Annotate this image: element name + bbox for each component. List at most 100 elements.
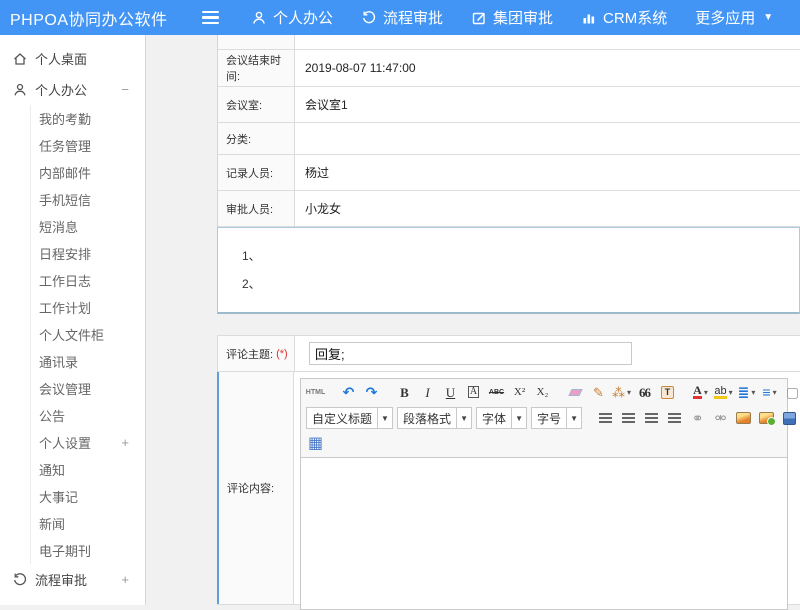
sidebar-item-meeting-management[interactable]: 会议管理 [30, 375, 145, 402]
select-value: 自定义标题 [307, 410, 377, 427]
insert-image-button[interactable] [756, 407, 777, 429]
form-row-spacer-row [218, 35, 800, 50]
insert-media-button[interactable] [779, 407, 800, 429]
collapse-icon[interactable]: − [121, 82, 145, 97]
sidebar-item-news[interactable]: 新闻 [30, 510, 145, 537]
sidebar-item-internal-mail[interactable]: 内部邮件 [30, 159, 145, 186]
hamburger-menu-icon[interactable] [202, 8, 219, 28]
main-content-area: 会议结束时间:2019-08-07 11:47:00会议室:会议室1分类:记录人… [147, 35, 800, 605]
underline-icon: U [446, 386, 455, 399]
sidebar-item-label: 大事记 [39, 487, 145, 506]
auto-typeset-wand-button[interactable]: ⁂▾ [611, 381, 632, 403]
chevron-down-icon: ▼ [763, 12, 773, 23]
remove-link-button[interactable]: ⚮ [710, 407, 731, 429]
blockquote-button[interactable]: 66 [634, 381, 655, 403]
align-justify-button[interactable] [664, 407, 685, 429]
format-painter-brush-button[interactable]: ✎ [588, 381, 609, 403]
unordered-list-button[interactable]: ≡▾ [759, 381, 780, 403]
sidebar-item-workflow-approval[interactable]: 流程审批+ [0, 564, 145, 595]
nav-group-approval[interactable]: 集团审批 [457, 0, 567, 35]
sidebar-item-personal-settings[interactable]: 个人设置+ [30, 429, 145, 456]
paste-plain-text-button[interactable]: T [657, 381, 678, 403]
sidebar-item-work-plan[interactable]: 工作计划 [30, 294, 145, 321]
chevron-down-icon: ▾ [729, 388, 733, 397]
sidebar-item-label: 电子期刊 [39, 541, 145, 560]
sidebar-item-announcement[interactable]: 公告 [30, 402, 145, 429]
remove-format-eraser-button[interactable] [565, 381, 586, 403]
bold-button[interactable]: B [394, 381, 415, 403]
align-center-button[interactable] [618, 407, 639, 429]
html-source-button[interactable]: HTML [305, 381, 326, 403]
editor-toolbar-row: 自定义标题▼段落格式▼字体▼字号▼ ⚭ ⚮ [301, 405, 787, 431]
bold-icon: B [400, 386, 409, 399]
form-row-recorder: 记录人员:杨过 [218, 155, 800, 191]
heading-select[interactable]: 自定义标题▼ [306, 407, 393, 429]
form-row-approver: 审批人员:小龙女 [218, 191, 800, 227]
nav-workflow-approval[interactable]: 流程审批 [347, 0, 457, 35]
sidebar-item-personal-office[interactable]: 个人办公− [0, 74, 145, 105]
italic-button[interactable]: I [417, 381, 438, 403]
highlight-color-button[interactable]: ab▾ [713, 381, 734, 403]
sidebar-item-notice[interactable]: 通知 [30, 456, 145, 483]
form-row-meeting-end-time: 会议结束时间:2019-08-07 11:47:00 [218, 50, 800, 87]
sidebar-item-label: 个人设置 [39, 433, 121, 452]
undo-button[interactable]: ↶ [338, 381, 359, 403]
sidebar-item-label: 日程安排 [39, 244, 145, 263]
align-right-button[interactable] [641, 407, 662, 429]
font-family-select[interactable]: 字体▼ [476, 407, 527, 429]
insert-image-icon [759, 412, 774, 424]
edit-icon [471, 10, 487, 26]
insert-link-icon: ⚭ [692, 411, 704, 425]
sidebar-item-schedule[interactable]: 日程安排 [30, 240, 145, 267]
comment-subject-row: 评论主题: (*) [217, 335, 800, 372]
top-nav-bar: PHPOA协同办公软件 个人办公 流程审批 集团审批 CRM系统 更多应用 ▼ [0, 0, 800, 35]
home-icon [12, 51, 28, 67]
image-button[interactable] [733, 407, 754, 429]
history-icon [12, 572, 28, 588]
form-label-category: 分类: [218, 123, 295, 154]
sidebar-item-big-events[interactable]: 大事记 [30, 483, 145, 510]
sidebar-item-mobile-sms[interactable]: 手机短信 [30, 186, 145, 213]
font-color-button[interactable]: A▾ [690, 381, 711, 403]
sidebar-item-personal-cabinet[interactable]: 个人文件柜 [30, 321, 145, 348]
sidebar-item-work-diary[interactable]: 工作日志 [30, 267, 145, 294]
redo-button[interactable]: ↷ [361, 381, 382, 403]
insert-link-button[interactable]: ⚭ [687, 407, 708, 429]
expand-icon[interactable]: + [121, 572, 145, 587]
sidebar-item-label: 个人办公 [35, 80, 121, 99]
sidebar-item-task-management[interactable]: 任务管理 [30, 132, 145, 159]
sidebar-item-contacts[interactable]: 通讯录 [30, 348, 145, 375]
sidebar-item-personal-desktop[interactable]: 个人桌面 [0, 43, 145, 74]
editor-content-area[interactable] [301, 457, 787, 609]
nav-crm-system[interactable]: CRM系统 [567, 0, 681, 35]
underline-button[interactable]: U [440, 381, 461, 403]
comment-subject-input[interactable] [309, 342, 632, 365]
subscript-button[interactable]: X₂ [532, 381, 553, 403]
paragraph-select[interactable]: 段落格式▼ [397, 407, 472, 429]
nav-more-apps[interactable]: 更多应用 ▼ [681, 0, 787, 35]
undo-icon: ↶ [343, 385, 355, 399]
font-border-button[interactable]: A [463, 381, 484, 403]
chevron-down-icon: ▼ [377, 408, 392, 428]
expand-icon[interactable]: + [121, 435, 145, 450]
subscript-icon: X₂ [537, 387, 549, 398]
strikethrough-button[interactable]: ABC [486, 381, 507, 403]
ordered-list-button[interactable]: ≣▾ [736, 381, 757, 403]
align-left-button[interactable] [595, 407, 616, 429]
nav-personal-office[interactable]: 个人办公 [237, 0, 347, 35]
sidebar-item-e-journal[interactable]: 电子期刊 [30, 537, 145, 564]
superscript-button[interactable]: X² [509, 381, 530, 403]
form-row-category: 分类: [218, 123, 800, 155]
new-page-button[interactable]: ▢ [782, 381, 800, 403]
font-size-select[interactable]: 字号▼ [531, 407, 582, 429]
sidebar-item-my-attendance[interactable]: 我的考勤 [30, 105, 145, 132]
blockquote-icon: 66 [639, 386, 650, 399]
editor-toolbar-row: ▦ [301, 431, 787, 457]
insert-table-button[interactable]: ▦ [305, 433, 326, 455]
form-label-meeting-room: 会议室: [218, 87, 295, 122]
unordered-list-icon: ≡ [762, 385, 770, 399]
remove-format-eraser-icon [568, 389, 582, 396]
insert-table-icon: ▦ [308, 436, 323, 452]
sidebar-item-short-message[interactable]: 短消息 [30, 213, 145, 240]
sidebar-item-label: 任务管理 [39, 136, 145, 155]
